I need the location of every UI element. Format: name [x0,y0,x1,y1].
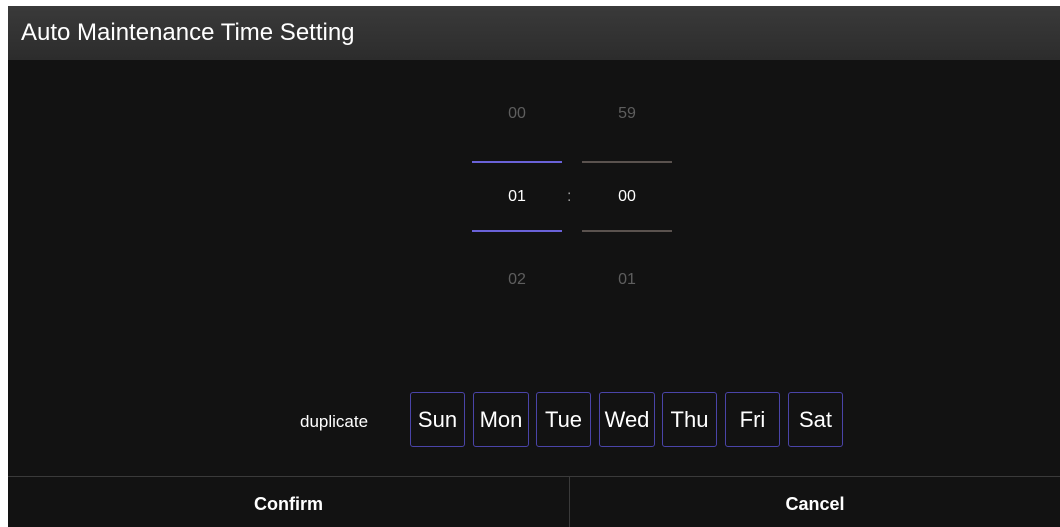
hour-next-value[interactable]: 02 [472,270,562,290]
confirm-button[interactable]: Confirm [8,477,569,527]
day-toggle-wed[interactable]: Wed [599,392,655,447]
dialog-footer: Confirm Cancel [8,476,1060,527]
minute-selected-value[interactable]: 00 [582,187,672,207]
day-toggle-tue[interactable]: Tue [536,392,591,447]
minute-selection-line-bottom [582,230,672,232]
minute-next-value[interactable]: 01 [582,270,672,290]
minute-selection-line-top [582,161,672,163]
day-toggle-fri[interactable]: Fri [725,392,780,447]
maintenance-time-dialog: Auto Maintenance Time Setting 00 01 02 :… [8,6,1060,527]
cancel-button[interactable]: Cancel [570,477,1060,527]
day-toggle-mon[interactable]: Mon [473,392,529,447]
hour-previous-value[interactable]: 00 [472,104,562,124]
duplicate-label: duplicate [300,412,369,431]
time-separator: : [567,188,572,205]
minute-previous-value[interactable]: 59 [582,104,672,124]
dialog-title: Auto Maintenance Time Setting [21,19,355,46]
day-toggle-sun[interactable]: Sun [410,392,465,447]
hour-selection-line-bottom [472,230,562,232]
day-toggle-thu[interactable]: Thu [662,392,717,447]
hour-selection-line-top [472,161,562,163]
day-toggle-sat[interactable]: Sat [788,392,843,447]
hour-selected-value[interactable]: 01 [472,187,562,207]
